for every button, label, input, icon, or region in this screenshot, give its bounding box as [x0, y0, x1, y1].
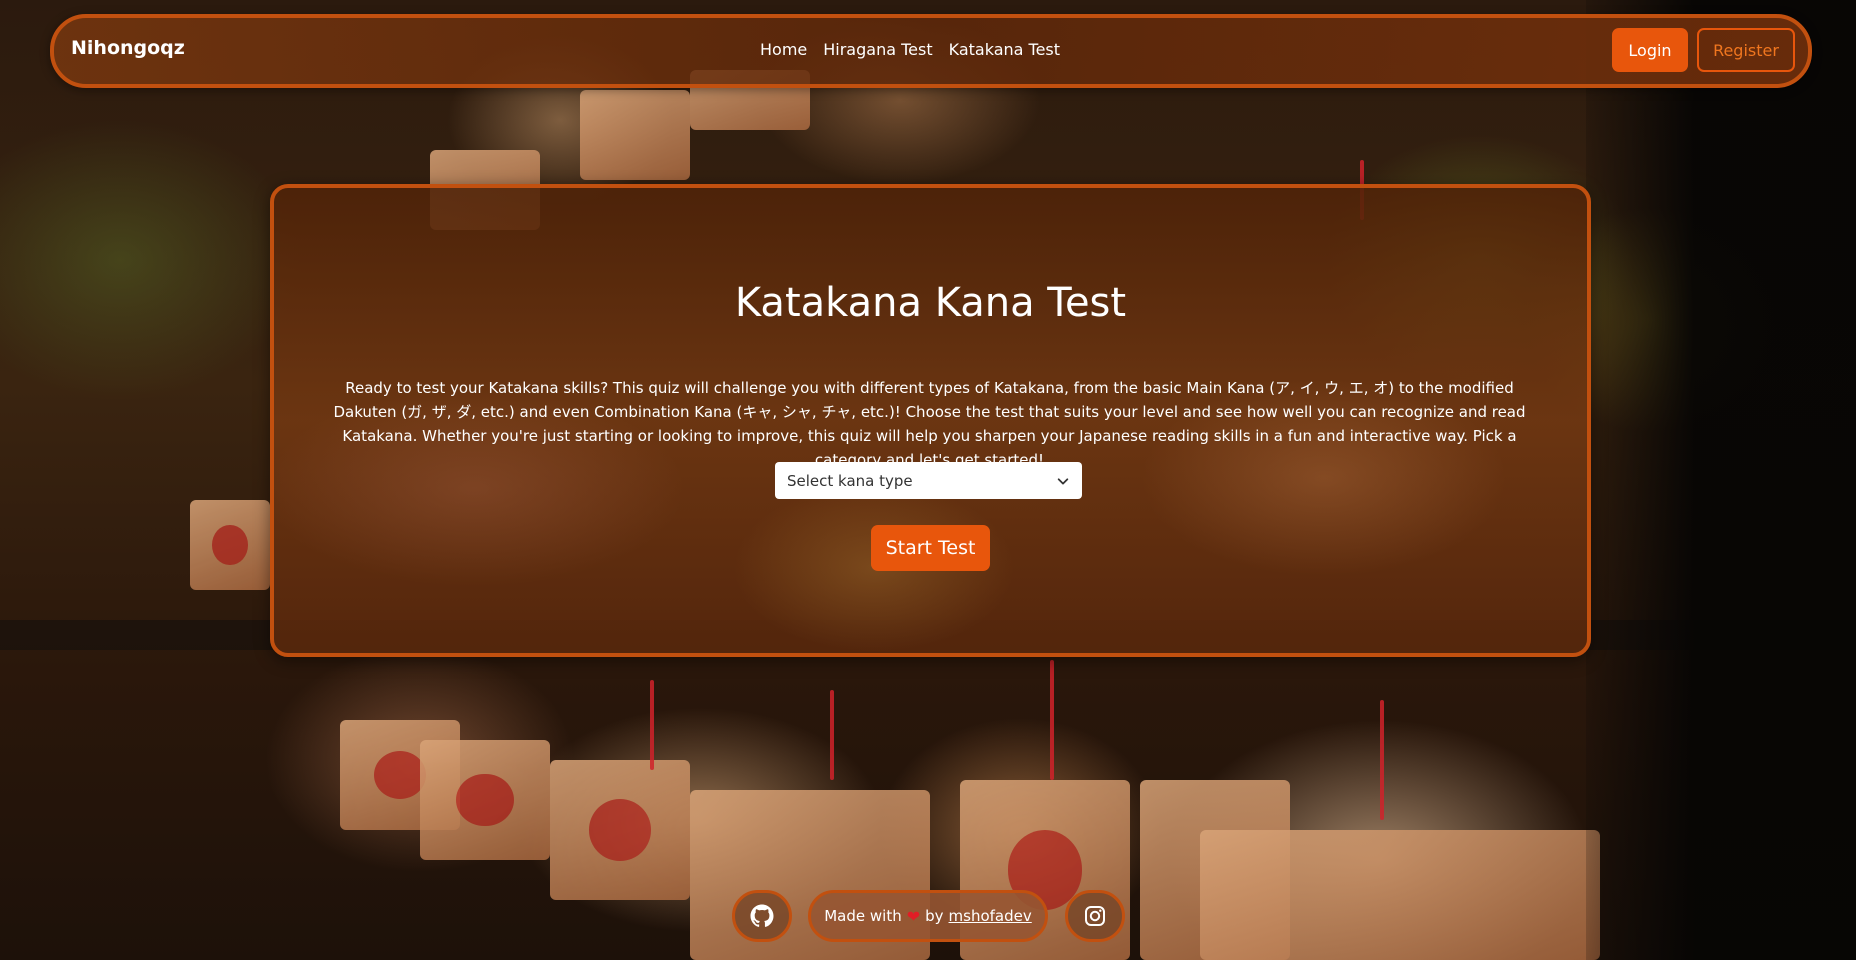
start-test-button[interactable]: Start Test	[871, 525, 990, 571]
navbar: Nihongoqz Home Hiragana Test Katakana Te…	[50, 14, 1812, 88]
chevron-down-icon	[1057, 477, 1069, 484]
bg-cord	[1380, 700, 1384, 820]
bg-ema-plaque	[580, 90, 690, 180]
bg-ema-plaque	[420, 740, 550, 860]
bg-ema-plaque	[1200, 830, 1600, 960]
nav-link-hiragana-test[interactable]: Hiragana Test	[823, 40, 932, 59]
bg-cord	[830, 690, 834, 780]
instagram-button[interactable]	[1065, 890, 1125, 942]
author-link[interactable]: mshofadev	[949, 907, 1032, 925]
kana-type-select-value: Select kana type	[787, 471, 913, 490]
nav-link-katakana-test[interactable]: Katakana Test	[949, 40, 1060, 59]
made-with-text: Made with	[824, 907, 902, 925]
nav-link-home[interactable]: Home	[760, 40, 807, 59]
bg-ema-plaque	[550, 760, 690, 900]
github-icon	[750, 904, 774, 927]
test-card: Katakana Kana Test Ready to test your Ka…	[270, 184, 1591, 657]
github-button[interactable]	[732, 890, 792, 942]
login-button[interactable]: Login	[1612, 28, 1688, 72]
by-text: by	[925, 907, 944, 925]
bg-shadow	[1586, 0, 1856, 960]
brand-logo[interactable]: Nihongoqz	[71, 37, 185, 59]
bg-ema-plaque	[190, 500, 270, 590]
register-button[interactable]: Register	[1697, 28, 1795, 72]
test-description: Ready to test your Katakana skills? This…	[333, 379, 1526, 469]
bg-cord	[650, 680, 654, 770]
kana-type-select[interactable]: Select kana type	[775, 462, 1082, 499]
instagram-icon	[1085, 906, 1105, 926]
heart-icon: ❤	[906, 906, 921, 926]
page-title: Katakana Kana Test	[734, 280, 1127, 326]
nav-links: Home Hiragana Test Katakana Test	[760, 40, 1060, 59]
made-with-credit: Made with ❤ by mshofadev	[808, 890, 1048, 942]
bg-cord	[1050, 660, 1054, 780]
